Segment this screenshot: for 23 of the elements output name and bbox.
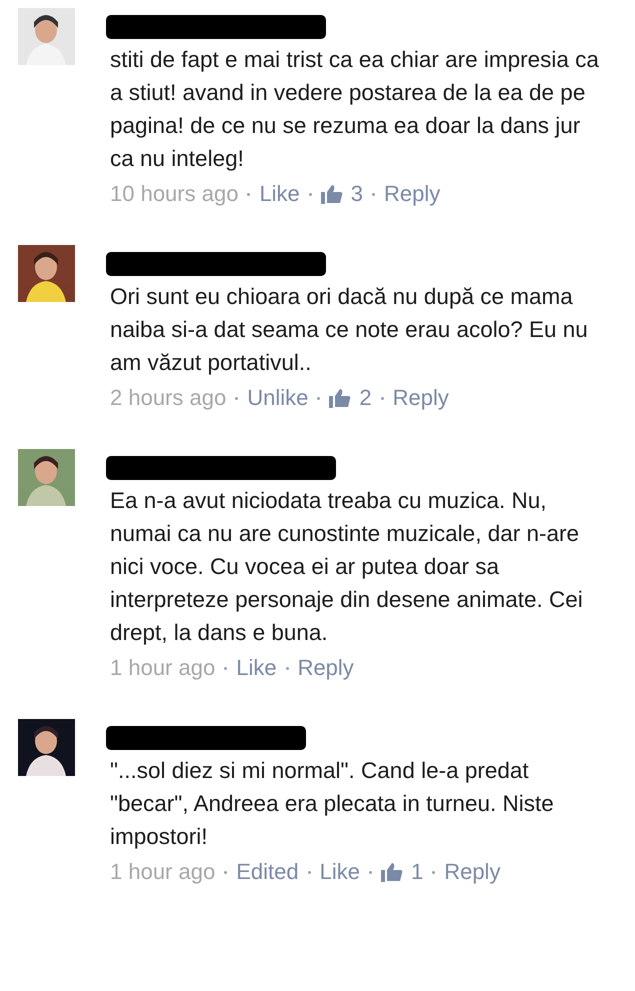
- thumbs-up-icon: [380, 862, 403, 882]
- like-count: 2: [359, 385, 372, 411]
- action-link[interactable]: Reply: [444, 859, 500, 885]
- comment-text: Ori sunt eu chioara ori dacă nu după ce mama naiba si-a dat seama ce note erau acolo? Eu nu am văzut portativul..: [110, 283, 589, 377]
- action-link[interactable]: Like: [320, 859, 360, 885]
- action-link[interactable]: Edited: [236, 859, 299, 885]
- action-link[interactable]: Reply: [392, 385, 449, 411]
- timestamp: 1 hour ago: [110, 655, 216, 681]
- comment-text: stiti de fapt e mai trist ca ea chiar are impresia ca a stiut! avand in vedere postarea de la ea de pe pagina! de ce nu se rezuma ea doar la dans jur ca nu inteleg!: [110, 46, 600, 173]
- thumbs-up-icon: [320, 184, 343, 204]
- like-count: 1: [410, 859, 424, 885]
- action-link[interactable]: Unlike: [247, 385, 308, 411]
- timestamp: 1 hour ago: [110, 859, 216, 885]
- thumbs-up-icon: [329, 388, 352, 408]
- comment-text: Ea n-a avut niciodata treaba cu muzica. Nu, numai ca nu are cunostinte muzicale, dar n-are nici voce. Cu vocea ei ar putea doar sa interpreteze personaje din desene animate. Cei drept, la dans e buna.: [110, 487, 584, 647]
- action-link[interactable]: Reply: [298, 655, 354, 681]
- action-link[interactable]: Reply: [384, 181, 440, 207]
- action-link[interactable]: Like: [236, 655, 277, 681]
- comment-text: "...sol diez si mi normal". Cand le-a predat "becar", Andreea era plecata in turneu. Niste impostori!: [110, 757, 555, 851]
- timestamp: 10 hours ago: [110, 181, 238, 207]
- like-count: 3: [350, 181, 364, 207]
- action-link[interactable]: Like: [259, 181, 300, 207]
- timestamp: 2 hours ago: [110, 385, 226, 411]
